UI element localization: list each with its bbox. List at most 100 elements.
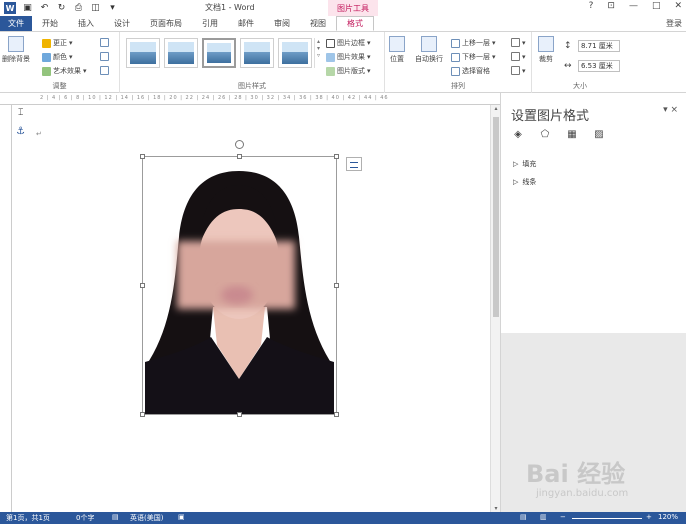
- close-button[interactable]: ✕: [674, 1, 682, 11]
- tab-format[interactable]: 格式: [336, 16, 374, 31]
- line-section[interactable]: ▷ 线条: [513, 177, 536, 187]
- paragraph-mark-icon: ↵: [36, 130, 42, 138]
- open-icon[interactable]: ◫: [90, 3, 101, 14]
- send-backward-icon: [451, 52, 460, 62]
- remove-background-button[interactable]: 删除背景: [2, 36, 30, 64]
- text-cursor-icon: ⌶: [18, 108, 24, 118]
- resize-handle-right[interactable]: [334, 283, 339, 288]
- zoom-slider[interactable]: [572, 518, 642, 519]
- resize-handle-bottom-left[interactable]: [140, 412, 145, 417]
- picture-border-button[interactable]: 图片边框 ▾: [326, 38, 371, 48]
- resize-handle-top-left[interactable]: [140, 154, 145, 159]
- print-preview-icon[interactable]: ⎙: [73, 3, 84, 14]
- minimize-button[interactable]: —: [629, 1, 638, 11]
- change-picture-button[interactable]: [100, 52, 109, 61]
- resize-handle-top[interactable]: [237, 154, 242, 159]
- layout-options-button[interactable]: [346, 157, 362, 171]
- picture-style-5[interactable]: [278, 38, 312, 68]
- selection-pane-button[interactable]: 选择窗格: [451, 66, 490, 76]
- picture-border-icon: [326, 38, 335, 48]
- size-group-label: 大小: [573, 82, 587, 90]
- vertical-ruler[interactable]: [0, 105, 12, 512]
- resize-handle-bottom[interactable]: [237, 412, 242, 417]
- styles-gallery-scroll[interactable]: ▴ ▾ ▿: [314, 38, 322, 68]
- picture-style-1[interactable]: [126, 38, 160, 68]
- picture-layout-button[interactable]: 图片版式 ▾: [326, 66, 371, 76]
- tab-home[interactable]: 开始: [32, 16, 68, 31]
- vertical-scrollbar[interactable]: ▴ ▾: [490, 105, 500, 512]
- effects-tab-icon[interactable]: ⬠: [538, 127, 552, 141]
- tab-page-layout[interactable]: 页面布局: [140, 16, 192, 31]
- size-group: 裁剪 ↕ 8.71 厘米 ↔ 6.53 厘米 大小: [532, 32, 628, 93]
- document-title: 文档1 - Word: [205, 3, 255, 12]
- customize-qat-icon[interactable]: ▾: [107, 3, 118, 14]
- artistic-effects-button[interactable]: 艺术效果 ▾: [42, 66, 87, 76]
- rotation-handle[interactable]: [235, 140, 244, 149]
- height-input[interactable]: 8.71 厘米: [578, 40, 620, 52]
- word-logo-icon: W: [4, 2, 16, 14]
- corrections-icon: [42, 38, 51, 48]
- language-status[interactable]: 英语(美国): [130, 513, 163, 523]
- proofing-icon[interactable]: ▤: [112, 513, 119, 521]
- pane-tabs: ◈ ⬠ ▦ ▨: [511, 127, 606, 141]
- redo-icon[interactable]: ↻: [56, 3, 67, 14]
- quick-access-toolbar: W ▣ ↶ ↻ ⎙ ◫ ▾: [4, 2, 118, 14]
- color-button[interactable]: 颜色 ▾: [42, 52, 73, 62]
- position-button[interactable]: 位置: [389, 36, 405, 64]
- align-button[interactable]: ▾: [511, 38, 526, 47]
- reset-picture-button[interactable]: [100, 66, 109, 75]
- resize-handle-bottom-right[interactable]: [334, 412, 339, 417]
- ribbon-display-options-icon[interactable]: ⊡: [607, 1, 615, 11]
- layout-properties-tab-icon[interactable]: ▦: [565, 127, 579, 141]
- pane-close-button[interactable]: ▾ ×: [663, 105, 678, 115]
- picture-effects-button[interactable]: 图片效果 ▾: [326, 52, 371, 62]
- restore-button[interactable]: □: [652, 1, 661, 11]
- undo-icon[interactable]: ↶: [39, 3, 50, 14]
- help-button[interactable]: ?: [589, 1, 594, 11]
- rotate-button[interactable]: ▾: [511, 66, 526, 75]
- tab-view[interactable]: 视图: [300, 16, 336, 31]
- zoom-level[interactable]: 120%: [658, 513, 678, 521]
- resize-handle-top-right[interactable]: [334, 154, 339, 159]
- width-input[interactable]: 6.53 厘米: [578, 60, 620, 72]
- sign-in-link[interactable]: 登录: [666, 18, 682, 29]
- crop-button[interactable]: 裁剪: [538, 36, 554, 64]
- horizontal-ruler[interactable]: 2 | 4 | 6 | 8 | 10 | 12 | 14 | 16 | 18 |…: [0, 93, 500, 105]
- tab-design[interactable]: 设计: [104, 16, 140, 31]
- page-count-status[interactable]: 第1页，共1页: [6, 513, 50, 523]
- status-bar: 第1页，共1页 0个字 ▤ 英语(美国) ▣ ▤ ▥ − + 120%: [0, 512, 686, 524]
- fill-section[interactable]: ▷ 填充: [513, 159, 536, 169]
- tab-file[interactable]: 文件: [0, 16, 32, 31]
- picture-tab-icon[interactable]: ▨: [592, 127, 606, 141]
- tab-mailings[interactable]: 邮件: [228, 16, 264, 31]
- picture-style-4[interactable]: [240, 38, 274, 68]
- save-icon[interactable]: ▣: [22, 3, 33, 14]
- read-mode-icon[interactable]: ▤: [520, 513, 527, 521]
- bring-forward-button[interactable]: 上移一层 ▾: [451, 38, 496, 48]
- resize-handle-left[interactable]: [140, 283, 145, 288]
- compress-icon: [100, 38, 109, 47]
- picture-tools-context-label: 图片工具: [328, 0, 378, 16]
- send-backward-button[interactable]: 下移一层 ▾: [451, 52, 496, 62]
- arrange-group: 位置 自动换行 上移一层 ▾ 下移一层 ▾ 选择窗格 ▾ ▾ ▾ 排列: [385, 32, 532, 93]
- picture-styles-group-label: 图片样式: [238, 82, 266, 90]
- print-layout-icon[interactable]: ▥: [540, 513, 547, 521]
- tab-insert[interactable]: 插入: [68, 16, 104, 31]
- compress-pictures-button[interactable]: [100, 38, 109, 47]
- scrollbar-thumb[interactable]: [493, 117, 499, 317]
- expand-arrow-icon: ▷: [513, 178, 519, 186]
- fill-line-tab-icon[interactable]: ◈: [511, 127, 525, 141]
- zoom-in-icon[interactable]: +: [646, 513, 652, 521]
- group-button[interactable]: ▾: [511, 52, 526, 61]
- position-icon: [389, 36, 405, 52]
- picture-style-3[interactable]: [202, 38, 236, 68]
- macro-icon[interactable]: ▣: [178, 513, 185, 521]
- wrap-text-button[interactable]: 自动换行: [415, 36, 443, 64]
- zoom-out-icon[interactable]: −: [560, 513, 566, 521]
- tab-references[interactable]: 引用: [192, 16, 228, 31]
- tab-review[interactable]: 审阅: [264, 16, 300, 31]
- word-count-status[interactable]: 0个字: [76, 513, 94, 523]
- picture-style-2[interactable]: [164, 38, 198, 68]
- adjust-group: 删除背景 更正 ▾ 颜色 ▾ 艺术效果 ▾ 调整: [0, 32, 120, 93]
- corrections-button[interactable]: 更正 ▾: [42, 38, 73, 48]
